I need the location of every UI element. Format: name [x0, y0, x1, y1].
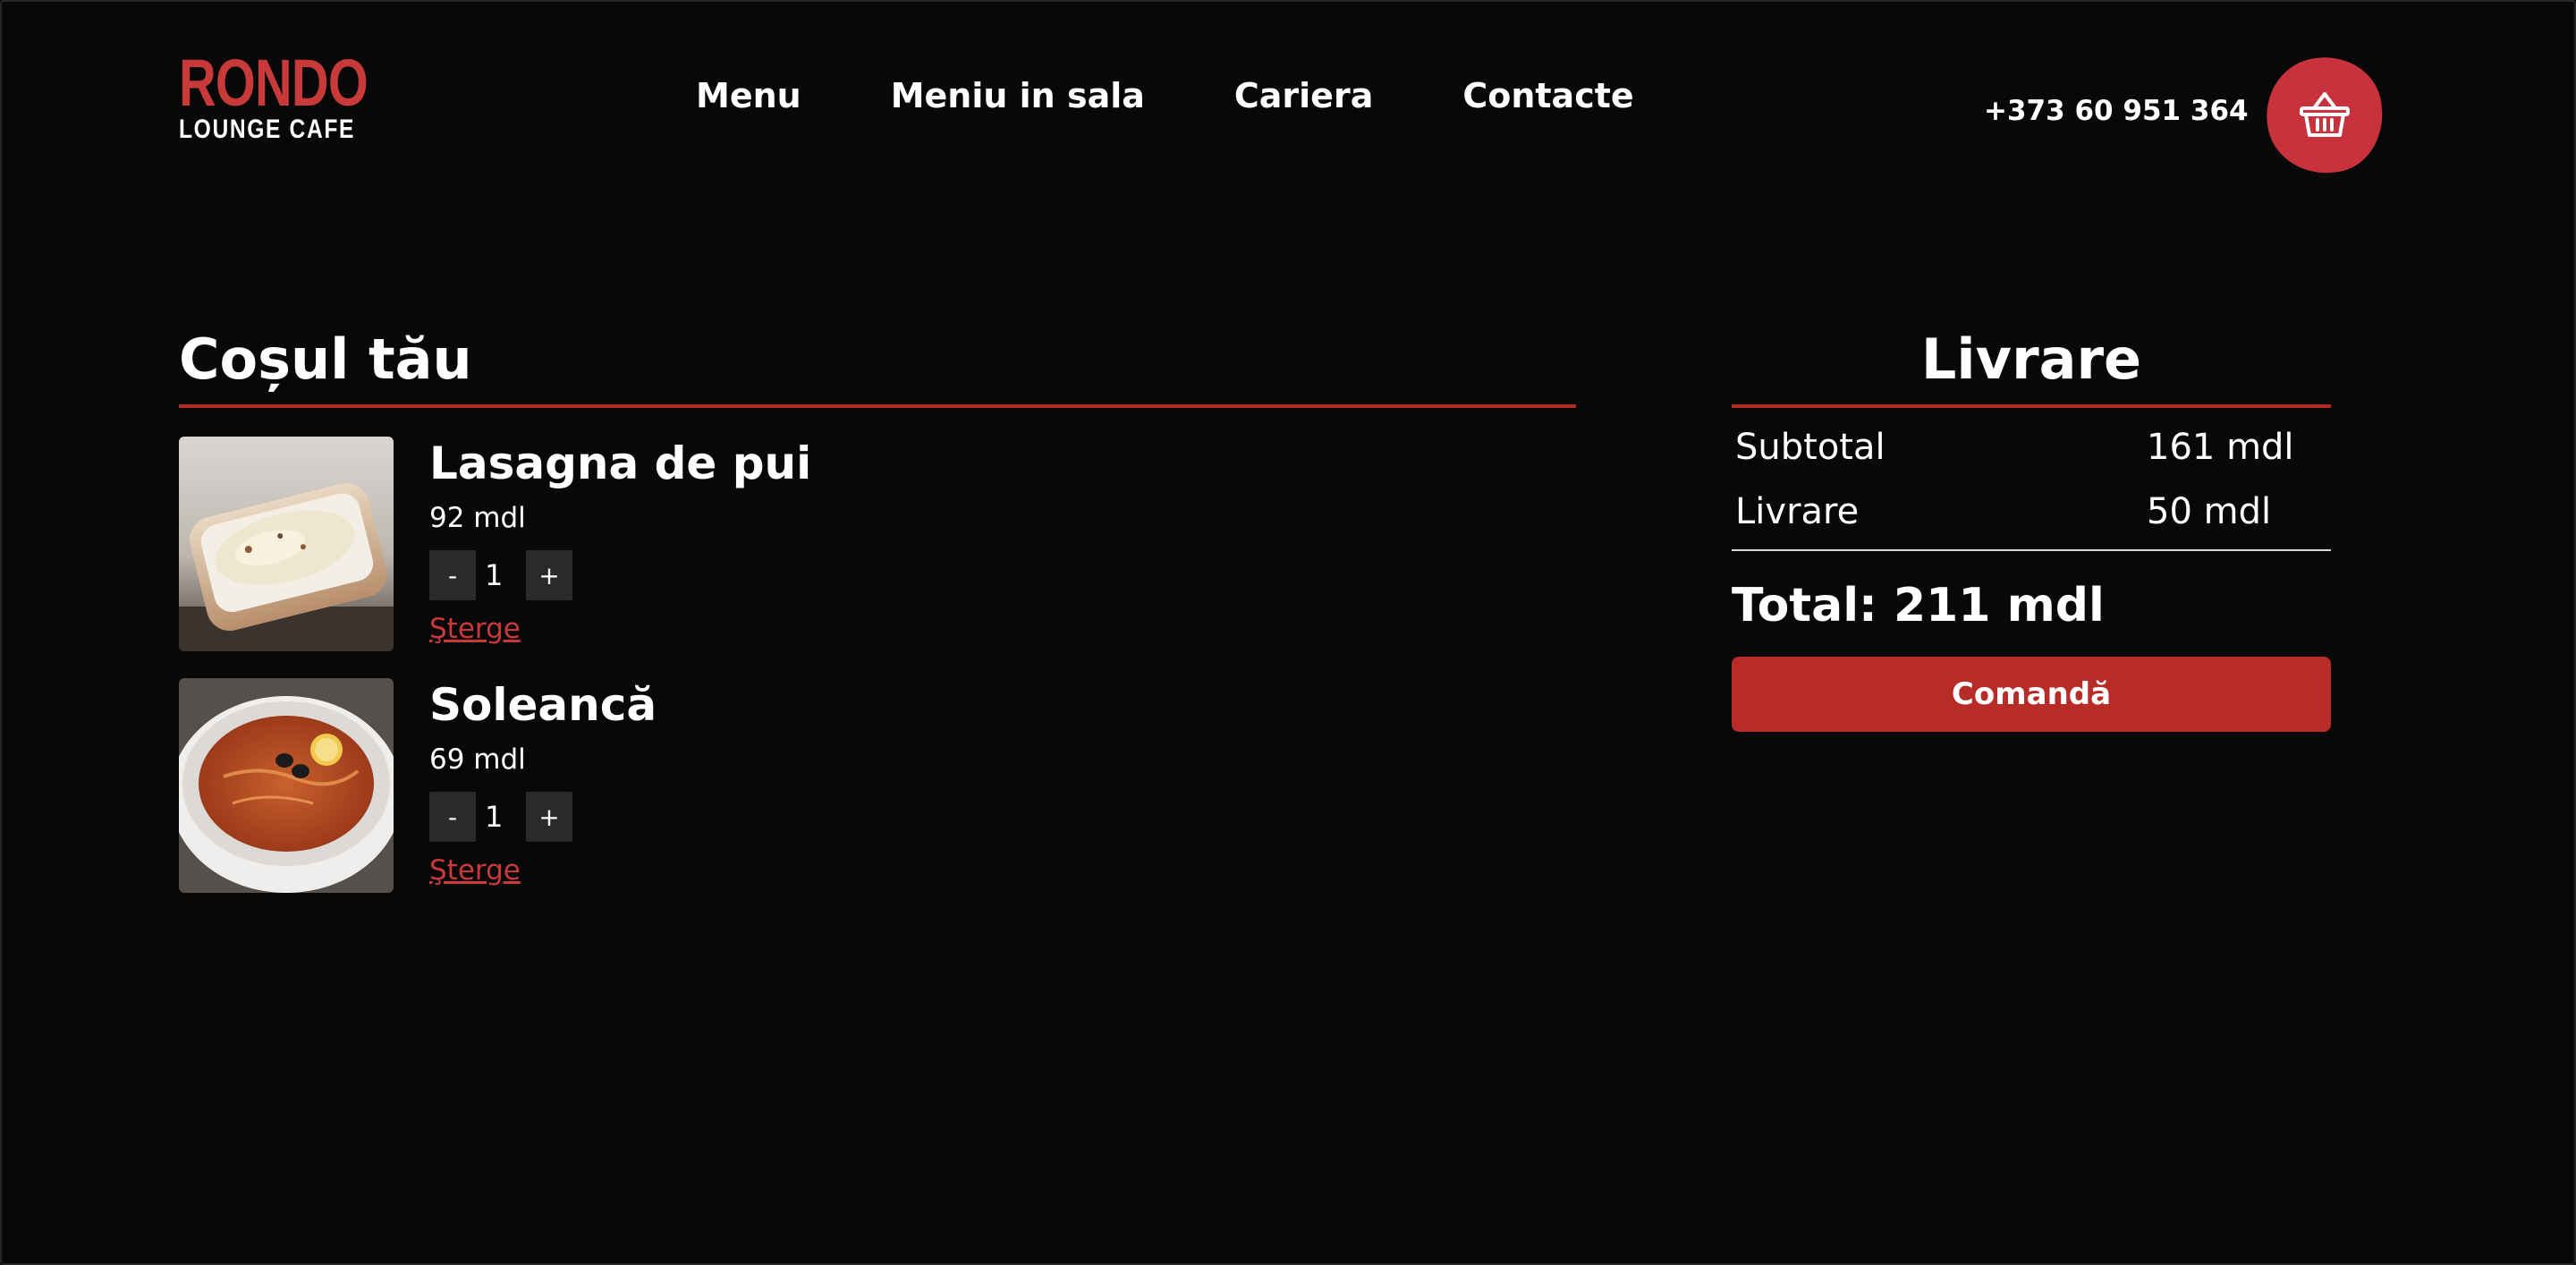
subtotal-row: Subtotal 161 mdl — [1732, 415, 2331, 480]
nav-item-contacte[interactable]: Contacte — [1462, 73, 1633, 118]
nav-item-menu[interactable]: Menu — [696, 73, 801, 118]
subtotal-label: Subtotal — [1735, 427, 1885, 468]
summary-rows: Subtotal 161 mdl Livrare 50 mdl — [1732, 415, 2331, 544]
decrement-button[interactable]: - — [429, 792, 476, 842]
subtotal-value: 161 mdl — [2147, 427, 2294, 468]
item-name: Soleancă — [429, 679, 657, 731]
delivery-value: 50 mdl — [2147, 491, 2272, 532]
item-name: Lasagna de pui — [429, 437, 812, 489]
decrement-button[interactable]: - — [429, 550, 476, 600]
summary-title: Livrare — [1920, 327, 2142, 392]
soup-image — [179, 678, 394, 893]
basket-icon — [2300, 92, 2350, 137]
cart-item: Soleancă 69 mdl - 1 + Şterge — [179, 678, 1574, 920]
summary-divider — [1732, 549, 2331, 551]
cart-item-info: Soleancă 69 mdl - 1 + Şterge — [429, 678, 657, 887]
item-price: 69 mdl — [429, 743, 526, 776]
order-summary: Livrare Subtotal 161 mdl Livrare 50 mdl … — [1732, 324, 2331, 732]
item-price: 92 mdl — [429, 502, 526, 534]
cart-button[interactable] — [2255, 46, 2394, 185]
logo-name: RONDO — [179, 46, 369, 120]
quantity-stepper: - 1 + — [429, 549, 811, 601]
phone-number[interactable]: +373 60 951 364 — [1984, 93, 2249, 129]
logo-tagline: LOUNGE CAFE — [179, 115, 356, 144]
delivery-label: Livrare — [1735, 491, 1860, 532]
increment-button[interactable]: + — [526, 550, 572, 600]
cart-items: Lasagna de pui 92 mdl - 1 + Şterge Solea… — [179, 437, 1574, 920]
delivery-row: Livrare 50 mdl — [1732, 480, 2331, 544]
order-total: Total: 211 mdl — [1732, 579, 2105, 632]
cart-title-underline — [179, 404, 1576, 408]
main-nav: Menu Meniu in sala Cariera Contacte — [696, 73, 1634, 118]
lasagna-image — [179, 437, 394, 651]
cart-item-info: Lasagna de pui 92 mdl - 1 + Şterge — [429, 437, 811, 646]
remove-item-link[interactable]: Şterge — [429, 612, 521, 646]
summary-title-underline — [1732, 404, 2331, 408]
order-button[interactable]: Comandă — [1732, 657, 2331, 732]
remove-item-link[interactable]: Şterge — [429, 853, 521, 887]
cart-item: Lasagna de pui 92 mdl - 1 + Şterge — [179, 437, 1574, 678]
logo[interactable]: RONDO LOUNGE CAFE — [179, 46, 420, 144]
quantity-value: 1 — [485, 800, 504, 834]
nav-item-meniu-in-sala[interactable]: Meniu in sala — [891, 73, 1145, 118]
quantity-value: 1 — [485, 558, 504, 592]
cart-title: Coșul tău — [179, 327, 472, 392]
increment-button[interactable]: + — [526, 792, 572, 842]
quantity-stepper: - 1 + — [429, 791, 657, 843]
nav-item-cariera[interactable]: Cariera — [1234, 73, 1373, 118]
